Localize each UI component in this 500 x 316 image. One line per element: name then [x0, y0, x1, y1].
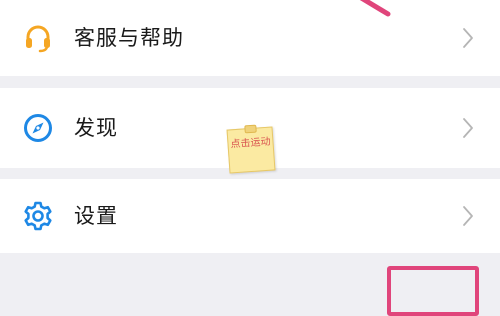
chevron-right-icon [462, 205, 474, 227]
sticky-note-text: 点击运动 [230, 136, 271, 151]
headset-icon [22, 22, 54, 54]
annotation-stroke [359, 0, 391, 17]
menu-item-label: 发现 [74, 116, 118, 140]
gear-icon [22, 200, 54, 232]
pin-icon [244, 124, 257, 134]
menu-item-label: 设置 [74, 204, 118, 228]
compass-icon [22, 112, 54, 144]
menu-item-label: 客服与帮助 [74, 26, 184, 50]
chevron-right-icon [462, 27, 474, 49]
sticky-note-annotation: 点击运动 [226, 124, 276, 174]
menu-item-customer-service[interactable]: 客服与帮助 [0, 0, 500, 76]
chevron-right-icon [462, 117, 474, 139]
annotation-highlight-box [387, 266, 479, 316]
menu-item-settings[interactable]: 设置 [0, 179, 500, 253]
